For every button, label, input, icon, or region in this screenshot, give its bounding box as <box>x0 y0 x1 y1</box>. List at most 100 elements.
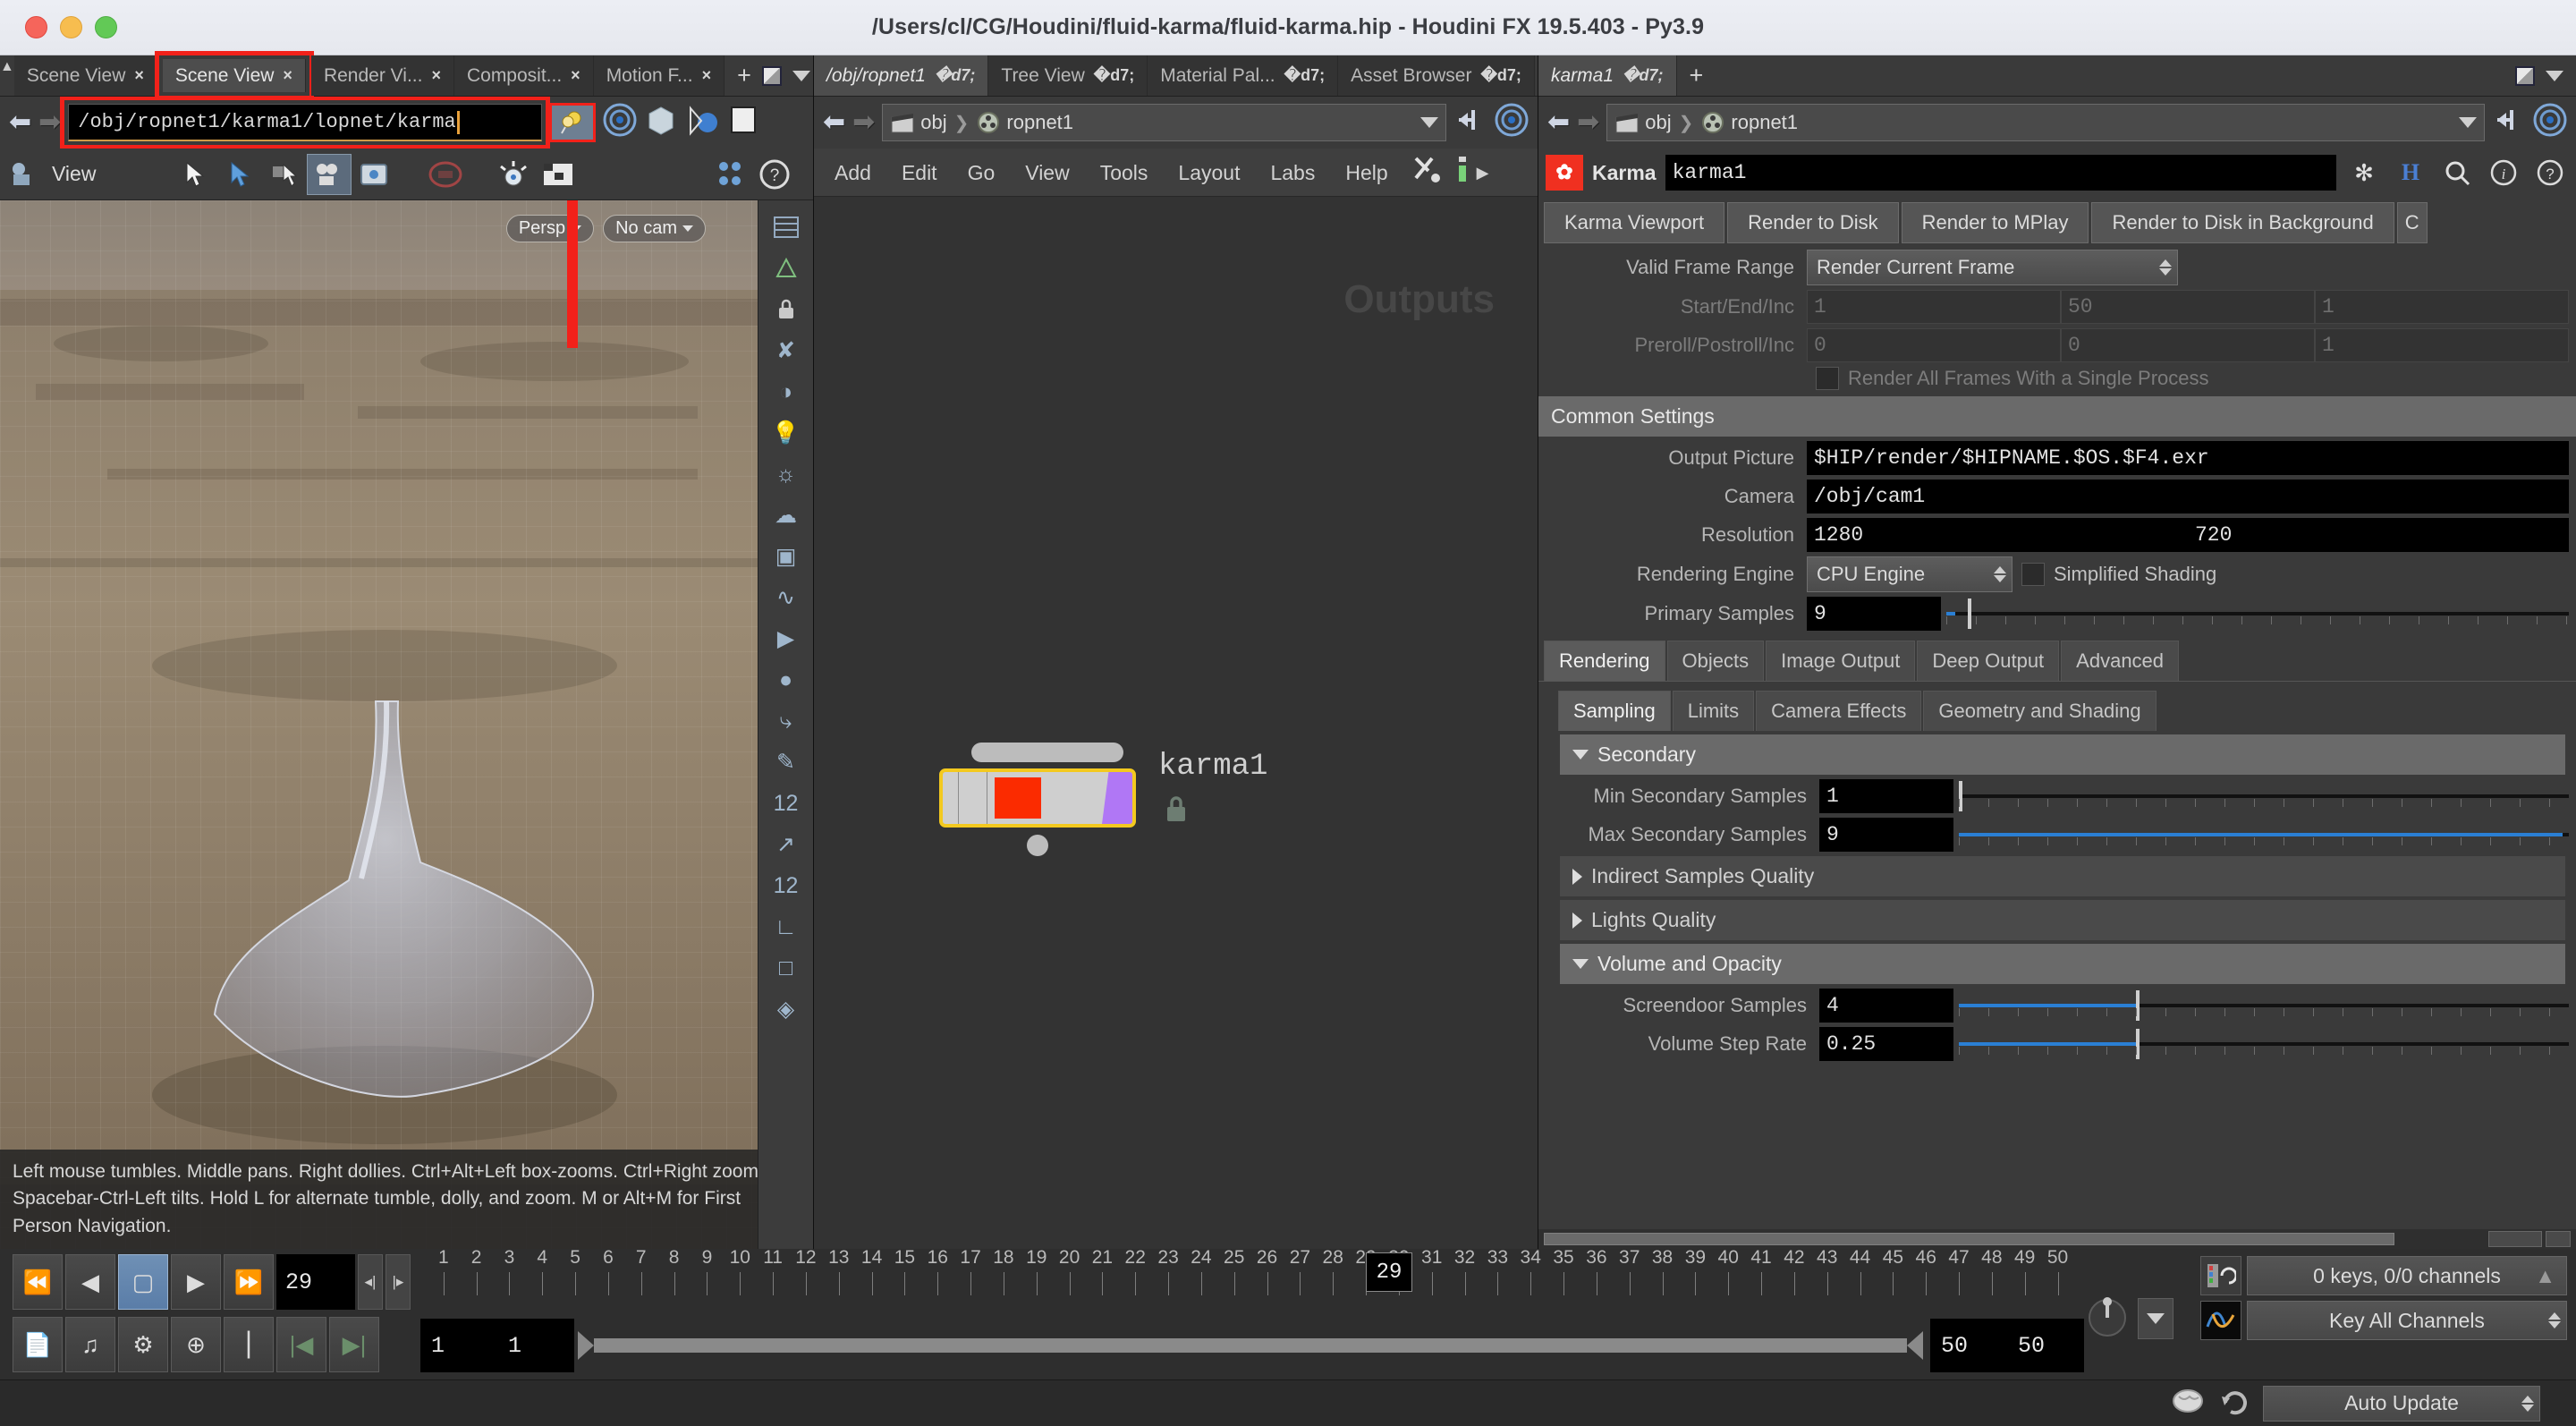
close-icon[interactable]: �d7; <box>1284 66 1325 85</box>
breadcrumb-ropnet1[interactable]: ropnet1 <box>1731 111 1798 134</box>
secondary-section-header[interactable]: Secondary <box>1560 734 2565 775</box>
resolution-x-field[interactable]: 1280 <box>1807 518 2188 552</box>
parameters-breadcrumb[interactable]: obj ❯ ropnet1 <box>1606 104 2485 141</box>
spinner-icon[interactable] <box>2159 259 2172 276</box>
split-pane-icon[interactable] <box>2515 65 2535 86</box>
max-secondary-samples-field[interactable]: 9 <box>1819 818 1953 852</box>
set-key-icon[interactable]: 📄 <box>13 1317 63 1372</box>
tab-deep-output[interactable]: Deep Output <box>1917 641 2060 681</box>
pin-network-icon[interactable] <box>1453 105 1487 140</box>
next-key-icon[interactable]: ▶| <box>329 1317 379 1372</box>
keys-status-field[interactable]: 0 keys, 0/0 channels ▲ <box>2247 1256 2567 1295</box>
pen-icon[interactable]: ✎ <box>766 744 807 780</box>
graph-icon[interactable]: ↗ <box>766 827 807 862</box>
handle-tool-icon[interactable] <box>262 154 307 195</box>
parameters-horizontal-scrollbar[interactable] <box>1538 1229 2576 1249</box>
volume-step-rate-field[interactable]: 0.25 <box>1819 1027 1953 1061</box>
menu-view[interactable]: View <box>1010 149 1084 197</box>
range-bar[interactable] <box>578 1331 1923 1360</box>
breadcrumb-ropnet1[interactable]: ropnet1 <box>1006 111 1073 134</box>
tab-render-view[interactable]: Render Vi... × <box>310 55 454 96</box>
scene-path-input[interactable]: /obj/ropnet1/karma1/lopnet/karma <box>60 96 551 149</box>
single-process-checkbox[interactable] <box>1816 367 1839 390</box>
step-forward-key-button[interactable]: |▸ <box>386 1254 411 1310</box>
tab-limits[interactable]: Limits <box>1672 691 1755 731</box>
node-input-connector[interactable] <box>971 743 1123 762</box>
target-icon[interactable] <box>1495 103 1529 142</box>
chevron-down-icon[interactable] <box>2546 70 2563 81</box>
scrollbar-thumb[interactable] <box>1544 1233 2395 1245</box>
render-to-disk-button[interactable]: Render to Disk <box>1727 202 1899 243</box>
jump-to-end-button[interactable]: ⏩ <box>224 1254 274 1310</box>
channel-curve-icon[interactable] <box>2200 1301 2241 1340</box>
range-end-field-2[interactable]: 50 <box>2007 1319 2084 1372</box>
render-to-disk-background-button[interactable]: Render to Disk in Background <box>2091 202 2394 243</box>
camera-field[interactable]: /obj/cam1 <box>1807 480 2569 514</box>
menu-help[interactable]: Help <box>1330 149 1402 197</box>
material-sphere-icon[interactable] <box>685 103 719 142</box>
auto-update-dropdown[interactable]: Auto Update <box>2263 1385 2540 1422</box>
tab-camera-effects[interactable]: Camera Effects <box>1756 691 1922 731</box>
network-canvas[interactable]: Outputs karma1 <box>814 197 1538 1249</box>
pane-scroll-arrows[interactable]: ▲ <box>0 55 14 96</box>
valid-frame-range-dropdown[interactable]: Render Current Frame <box>1807 250 2178 285</box>
tab-objects[interactable]: Objects <box>1666 641 1765 681</box>
key-mode-field[interactable]: Key All Channels <box>2247 1301 2567 1340</box>
tab-karma1-params[interactable]: karma1 �d7; <box>1538 55 1677 96</box>
volume-and-opacity-section-header[interactable]: Volume and Opacity <box>1560 944 2565 984</box>
view-layout-icon[interactable] <box>307 153 352 195</box>
pin-parameters-icon[interactable] <box>2492 105 2526 140</box>
simplified-shading-checkbox[interactable] <box>2021 563 2045 586</box>
scene-viewport[interactable]: Persp No cam ✘ ◑ 💡 ☼ ☁ ▣ ∿ ▶ ● ⤷ ✎ 12 ↗ … <box>0 200 813 1249</box>
node-render-flag[interactable] <box>1102 772 1132 824</box>
render-controls-button[interactable]: C <box>2396 202 2428 243</box>
close-icon[interactable]: × <box>702 66 712 85</box>
tab-advanced[interactable]: Advanced <box>2061 641 2180 681</box>
step-back-key-button[interactable]: ◂| <box>358 1254 383 1310</box>
back-arrow-icon[interactable]: ⬅ <box>1547 109 1570 136</box>
output-picture-field[interactable]: $HIP/render/$HIPNAME.$OS.$F4.exr <box>1807 441 2569 475</box>
lock-icon[interactable] <box>766 292 807 327</box>
more-menus-icon[interactable]: ▶ <box>1471 149 1495 197</box>
tab-image-output[interactable]: Image Output <box>1766 641 1916 681</box>
channel-icon[interactable]: ⎮ <box>224 1317 274 1372</box>
add-tab-icon[interactable]: + <box>737 64 751 88</box>
point-icon[interactable]: ● <box>766 662 807 698</box>
network-breadcrumb[interactable]: obj ❯ ropnet1 <box>882 104 1446 141</box>
gear-icon[interactable]: ✻ <box>2345 155 2383 191</box>
close-icon[interactable]: �d7; <box>935 66 975 85</box>
current-frame-input[interactable]: 29 <box>276 1254 355 1310</box>
inc-field[interactable]: 1 <box>2315 290 2569 324</box>
tab-compositor[interactable]: Composit... × <box>453 55 594 96</box>
menu-labs[interactable]: Labs <box>1255 149 1330 197</box>
bulb-icon[interactable]: 💡 <box>766 415 807 451</box>
split-pane-icon[interactable] <box>761 65 782 86</box>
geometry-cube-icon[interactable] <box>644 103 678 142</box>
back-arrow-icon[interactable]: ⬅ <box>9 109 31 136</box>
houdini-h-icon[interactable]: H <box>2392 155 2429 191</box>
tab-geometry-and-shading[interactable]: Geometry and Shading <box>1923 691 2157 731</box>
tab-sampling[interactable]: Sampling <box>1558 691 1671 731</box>
page-icon[interactable] <box>726 103 760 142</box>
menu-tools[interactable]: Tools <box>1085 149 1164 197</box>
network-node-karma1[interactable]: karma1 <box>939 743 1267 856</box>
tab-rendering[interactable]: Rendering <box>1544 641 1665 681</box>
tools-wrench-icon[interactable] <box>1412 155 1445 191</box>
select-tool-icon[interactable] <box>217 154 262 195</box>
chevron-up-icon[interactable]: ▲ <box>2535 1264 2555 1288</box>
jump-to-start-button[interactable]: ⏪ <box>13 1254 63 1310</box>
close-x-circle-icon[interactable]: ✘ <box>766 333 807 369</box>
max-secondary-samples-slider[interactable] <box>1959 818 2569 852</box>
ik-icon[interactable]: ⚙ <box>118 1317 168 1372</box>
resolution-y-field[interactable]: 720 <box>2188 518 2569 552</box>
primary-samples-field[interactable]: 9 <box>1807 597 1941 631</box>
light-icon[interactable]: ☼ <box>766 456 807 492</box>
tab-motion-fx[interactable]: Motion F... × <box>593 55 725 96</box>
forward-arrow-icon[interactable]: ➡ <box>38 109 61 136</box>
render-to-mplay-button[interactable]: Render to MPlay <box>1901 202 2089 243</box>
network-options-icon[interactable] <box>1453 155 1471 191</box>
menu-edit[interactable]: Edit <box>886 149 953 197</box>
add-key-icon[interactable]: ⊕ <box>171 1317 221 1372</box>
breadcrumb-obj[interactable]: obj <box>1645 111 1671 134</box>
diamond-icon[interactable]: ◈ <box>766 991 807 1027</box>
